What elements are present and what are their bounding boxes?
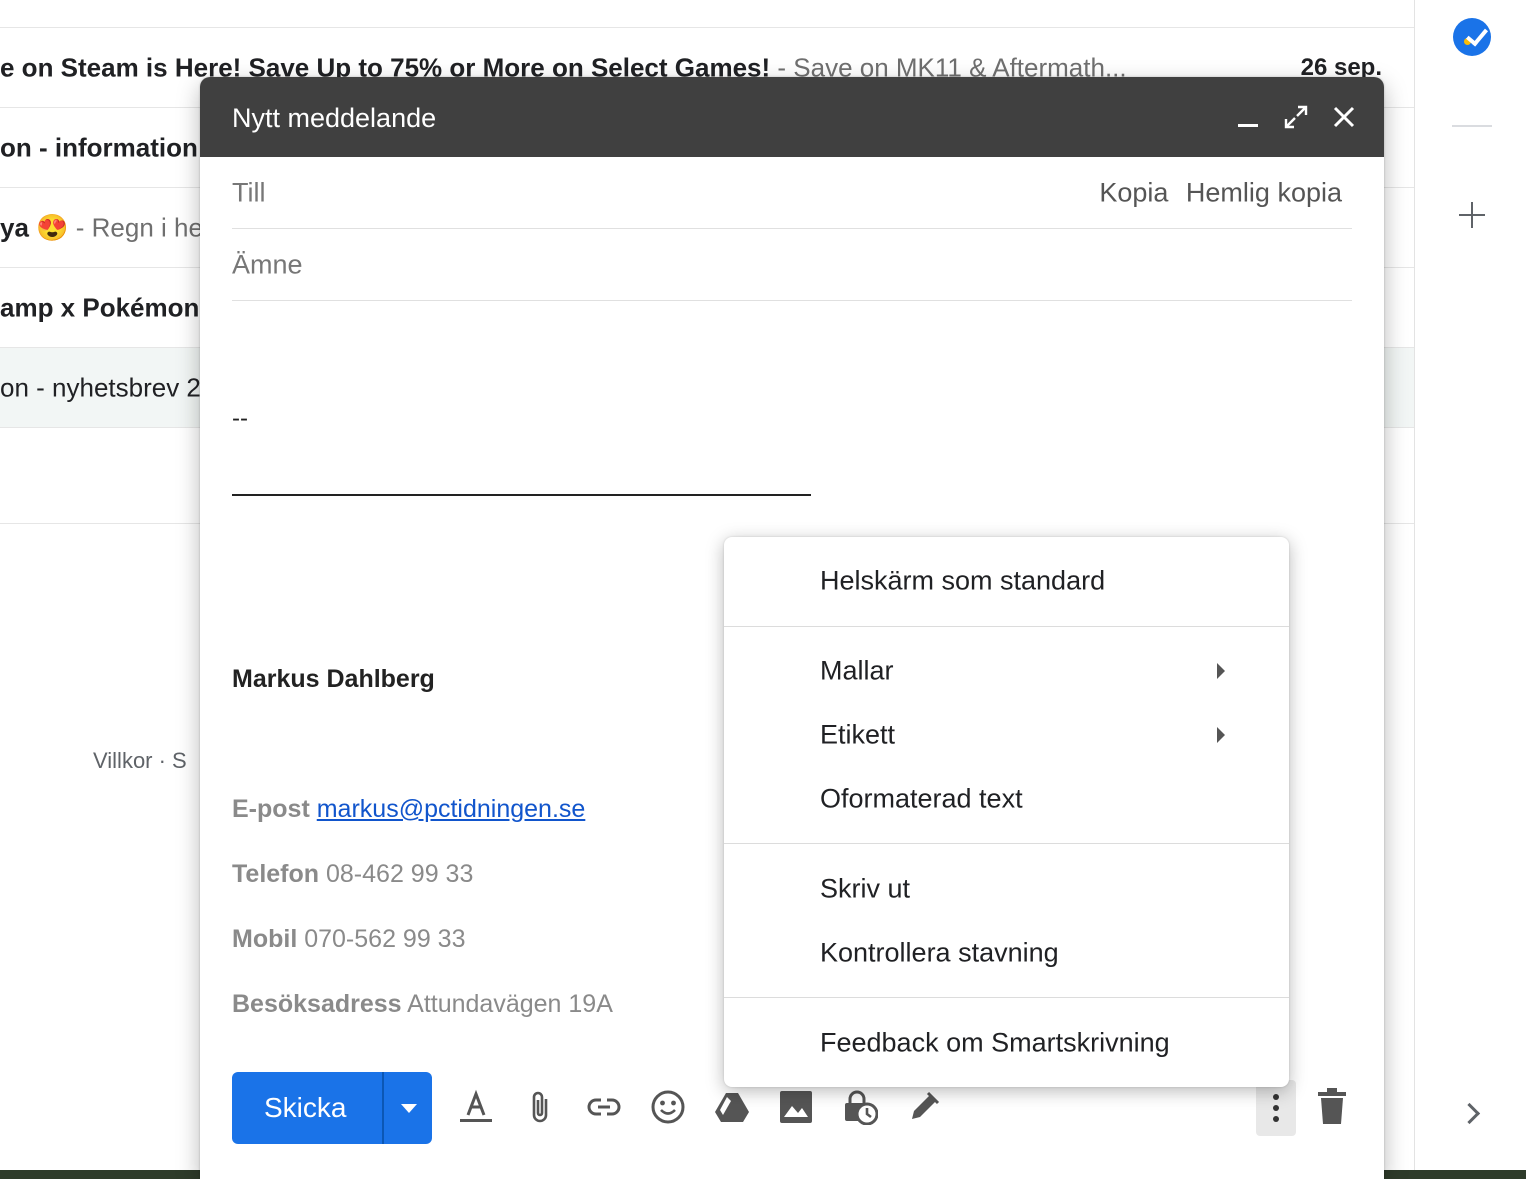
drive-icon[interactable]	[714, 1089, 750, 1125]
compose-header[interactable]: Nytt meddelande	[200, 77, 1384, 157]
cc-link[interactable]: Kopia	[1099, 177, 1168, 207]
signature-mobile: 070-562 99 33	[304, 925, 466, 953]
expand-icon[interactable]	[1458, 1100, 1484, 1126]
menu-item-label-submenu[interactable]: Etikett	[724, 703, 1289, 767]
send-button[interactable]: Skicka	[232, 1072, 432, 1144]
menu-item-label: Etikett	[820, 719, 896, 750]
menu-item-spellcheck[interactable]: Kontrollera stavning	[724, 921, 1289, 985]
signature-mobile-label: Mobil	[232, 925, 298, 953]
confidential-mode-icon[interactable]	[842, 1089, 879, 1126]
menu-item-print[interactable]: Skriv ut	[724, 857, 1289, 921]
side-panel-divider	[1452, 125, 1492, 127]
menu-divider	[724, 626, 1289, 627]
dot	[1273, 1094, 1279, 1100]
signature-name: Markus Dahlberg	[232, 665, 435, 693]
menu-item-plain-text[interactable]: Oformaterad text	[724, 767, 1289, 831]
to-field[interactable]: Till Kopia Hemlig kopia	[232, 157, 1352, 229]
dot	[1273, 1105, 1279, 1111]
signature-email-link[interactable]: markus@pctidningen.se	[317, 795, 586, 823]
signature-address-row: Besöksadress Attundavägen 19A	[232, 990, 613, 1019]
send-options-dropdown[interactable]	[384, 1072, 432, 1144]
signature-mobile-row: Mobil 070-562 99 33	[232, 925, 465, 954]
signature-divider	[232, 494, 811, 496]
subject-input[interactable]: Ämne	[232, 229, 1352, 301]
submenu-arrow-icon	[1217, 663, 1225, 679]
email-subject: ya 😍	[0, 212, 69, 242]
email-subject: amp x Pokémon	[0, 292, 200, 322]
more-options-menu: Helskärm som standard Mallar Etikett Ofo…	[724, 537, 1289, 1087]
menu-item-fullscreen-default[interactable]: Helskärm som standard	[724, 549, 1289, 613]
menu-item-label: Helskärm som standard	[820, 565, 1106, 596]
signature-address: Attundavägen 19A	[407, 990, 613, 1018]
signature-email-label: E-post	[232, 795, 310, 823]
to-label: Till	[232, 177, 266, 207]
footer-links[interactable]: Villkor · S	[93, 748, 187, 774]
menu-item-templates[interactable]: Mallar	[724, 639, 1289, 703]
emoji-icon[interactable]	[650, 1089, 686, 1125]
signature-phone-row: Telefon 08-462 99 33	[232, 860, 473, 889]
signature-email-row: E-post markus@pctidningen.se	[232, 795, 585, 824]
close-icon[interactable]	[1330, 103, 1358, 131]
menu-item-label: Feedback om Smartskrivning	[820, 1027, 1170, 1058]
tasks-icon[interactable]	[1453, 18, 1491, 56]
signature-phone-label: Telefon	[232, 860, 320, 888]
signature-dash: --	[232, 405, 248, 432]
menu-item-label: Oformaterad text	[820, 783, 1023, 814]
menu-divider	[724, 843, 1289, 844]
menu-item-label: Mallar	[820, 655, 894, 686]
email-subject: on - information	[0, 132, 198, 162]
dot	[1273, 1116, 1279, 1122]
submenu-arrow-icon	[1217, 727, 1225, 743]
menu-item-label: Skriv ut	[820, 873, 911, 904]
trash-icon[interactable]	[1314, 1088, 1350, 1124]
email-row[interactable]	[0, 0, 1414, 28]
side-panel	[1414, 0, 1526, 1170]
signature-phone: 08-462 99 33	[326, 860, 474, 888]
compose-title: Nytt meddelande	[232, 103, 437, 133]
signature-icon[interactable]	[906, 1089, 942, 1125]
minimize-icon[interactable]	[1234, 103, 1262, 131]
signature-address-label: Besöksadress	[232, 990, 402, 1018]
format-text-icon[interactable]	[458, 1089, 494, 1125]
menu-item-label: Kontrollera stavning	[820, 937, 1059, 968]
photo-icon[interactable]	[778, 1089, 814, 1125]
menu-item-smart-compose-feedback[interactable]: Feedback om Smartskrivning	[724, 1011, 1289, 1075]
send-label: Skicka	[264, 1092, 347, 1123]
more-options-icon[interactable]	[1256, 1080, 1296, 1136]
menu-divider	[724, 997, 1289, 998]
subject-placeholder: Ämne	[232, 249, 303, 279]
recipient-options: Kopia Hemlig kopia	[1089, 177, 1342, 208]
link-icon[interactable]	[586, 1089, 622, 1125]
add-icon[interactable]	[1455, 198, 1489, 232]
fullscreen-icon[interactable]	[1282, 103, 1310, 131]
email-subject: on - nyhetsbrev 2	[0, 372, 201, 402]
email-snippet: - Regn i he	[68, 212, 203, 242]
bcc-link[interactable]: Hemlig kopia	[1186, 177, 1342, 207]
attach-icon[interactable]	[522, 1089, 558, 1125]
gmail-window: e on Steam is Here! Save Up to 75% or Mo…	[0, 0, 1526, 1179]
